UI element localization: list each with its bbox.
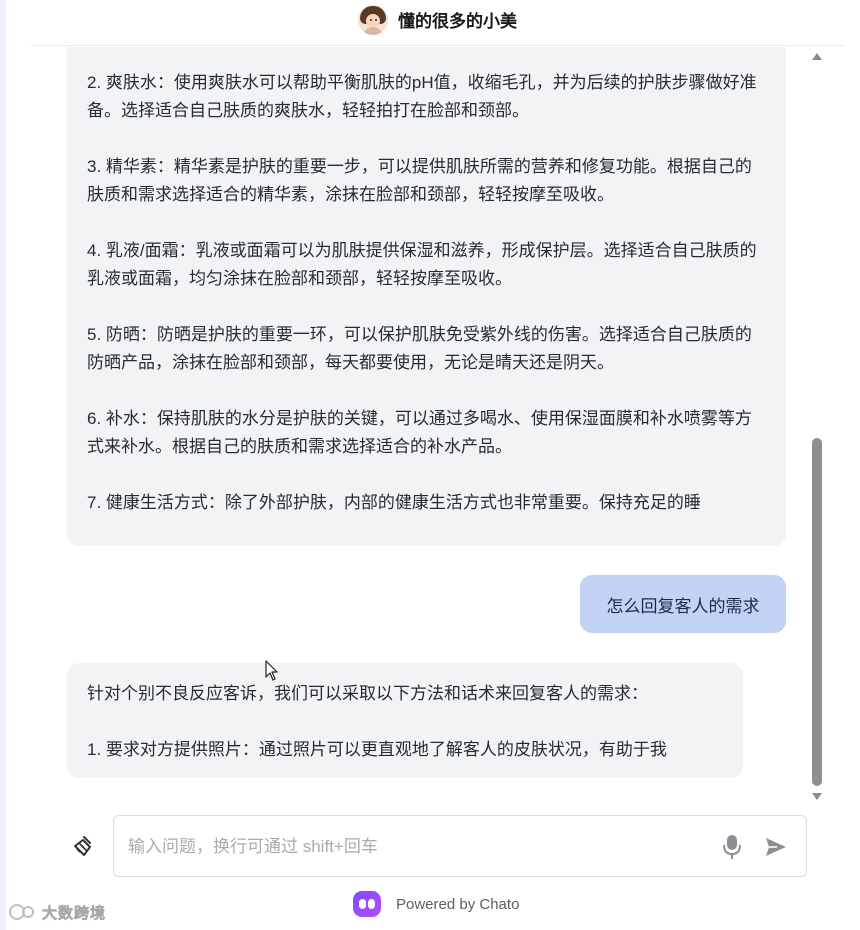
scroll-down-arrow-icon[interactable] xyxy=(812,793,822,800)
chato-logo-icon xyxy=(353,891,381,917)
assistant-message: 针对个别不良反应客诉，我们可以采取以下方法和话术来回复客人的需求： 1. 要求对… xyxy=(67,663,743,778)
microphone-icon[interactable] xyxy=(721,834,743,860)
message-paragraph: 3. 精华素：精华素是护肤的重要一步，可以提供肌肤所需的营养和修复功能。根据自己… xyxy=(87,157,752,204)
chat-header: 懂的很多的小美 xyxy=(30,0,845,46)
bot-avatar xyxy=(358,4,388,35)
question-input[interactable] xyxy=(128,832,708,862)
message-paragraph: 2. 爽肤水：使用爽肤水可以帮助平衡肌肤的pH值，收缩毛孔，并为后续的护肤步骤做… xyxy=(87,73,757,120)
watermark: 大数跨境 xyxy=(8,901,106,923)
message-paragraph: 针对个别不良反应客诉，我们可以采取以下方法和话术来回复客人的需求： xyxy=(87,684,648,703)
powered-by-footer[interactable]: Powered by Chato xyxy=(353,890,519,918)
mouse-pointer-icon xyxy=(265,660,278,681)
clear-chat-broom-icon[interactable] xyxy=(70,834,96,860)
question-input-box[interactable] xyxy=(113,815,807,877)
assistant-message: 2. 爽肤水：使用爽肤水可以帮助平衡肌肤的pH值，收缩毛孔，并为后续的护肤步骤做… xyxy=(67,47,786,546)
scrollbar-thumb[interactable] xyxy=(812,438,822,786)
powered-by-text[interactable]: Powered by Chato xyxy=(396,896,519,913)
watermark-logo-icon xyxy=(9,904,34,920)
message-paragraph: 6. 补水：保持肌肤的水分是护肤的关键，可以通过多喝水、使用保湿面膜和补水喷雾等… xyxy=(87,409,752,456)
message-paragraph: 5. 防晒：防晒是护肤的重要一环，可以保护肌肤免受紫外线的伤害。选择适合自己肤质… xyxy=(87,325,752,372)
watermark-text: 大数跨境 xyxy=(42,904,107,922)
message-list[interactable]: 2. 爽肤水：使用爽肤水可以帮助平衡肌肤的pH值，收缩毛孔，并为后续的护肤步骤做… xyxy=(30,47,830,802)
message-paragraph: 1. 要求对方提供照片：通过照片可以更直观地了解客人的皮肤状况，有助于我 xyxy=(87,740,667,759)
scroll-up-arrow-icon[interactable] xyxy=(812,53,822,60)
window-left-edge xyxy=(0,0,6,930)
user-message: 怎么回复客人的需求 xyxy=(580,575,786,633)
message-paragraph: 7. 健康生活方式：除了外部护肤，内部的健康生活方式也非常重要。保持充足的睡 xyxy=(87,493,701,512)
message-scrollbar[interactable] xyxy=(812,50,822,802)
bot-name: 懂的很多的小美 xyxy=(398,12,517,31)
send-icon[interactable] xyxy=(764,835,788,859)
message-paragraph: 4. 乳液/面霜：乳液或面霜可以为肌肤提供保湿和滋养，形成保护层。选择适合自己肤… xyxy=(87,241,757,288)
composer xyxy=(0,815,860,877)
user-message-text: 怎么回复客人的需求 xyxy=(606,596,760,616)
